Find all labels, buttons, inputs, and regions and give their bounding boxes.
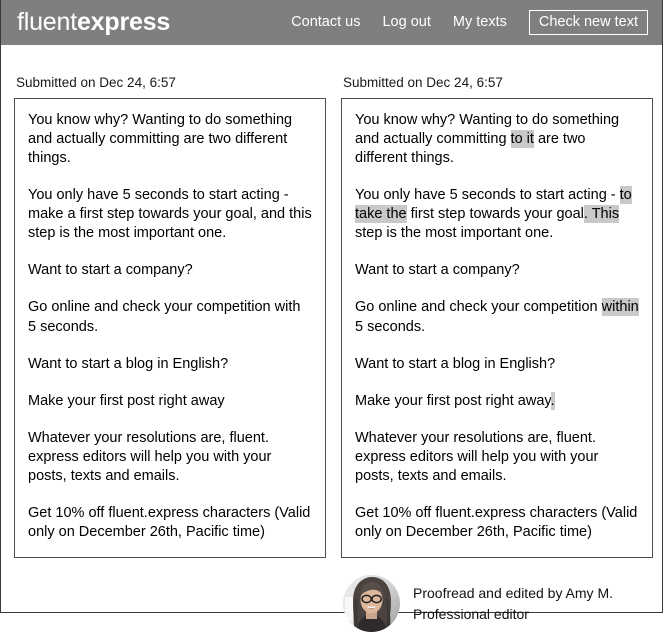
nav-log-out[interactable]: Log out (382, 15, 430, 30)
original-paragraph: Want to start a company? (28, 262, 193, 279)
corrected-submitted-timestamp: Submitted on Dec 24, 6:57 (343, 75, 503, 90)
corrected-text-segment: Go online and check your competition (355, 299, 602, 316)
original-paragraph: Make your first post right away (28, 392, 225, 409)
editor-name: Proofread and edited by Amy M. (413, 584, 613, 601)
brand-logo-bold: express (76, 8, 171, 36)
corrected-text-column: Submitted on Dec 24, 6:57 You know why? … (341, 45, 653, 632)
corrected-text-segment: first step towards your goal (406, 206, 584, 222)
nav-contact-us[interactable]: Contact us (291, 15, 360, 30)
text-comparison-columns: Submitted on Dec 24, 6:57 You know why? … (1, 45, 662, 632)
editor-avatar (343, 574, 400, 632)
corrected-text-segment: Whatever your resolutions are, fluent. e… (355, 429, 599, 485)
corrected-paragraph: You only have 5 seconds to start acting … (355, 185, 639, 243)
corrected-paragraph: Want to start a company? (355, 261, 639, 280)
corrected-text-segment: Want to start a company? (355, 262, 520, 279)
corrected-text-segment: step is the most important one. (355, 225, 554, 242)
nav-my-texts[interactable]: My texts (453, 15, 507, 30)
check-new-text-button[interactable]: Check new text (528, 9, 648, 36)
corrected-text-segment: Want to start a blog in English? (355, 355, 556, 372)
corrected-text-segment: Make your first post right away (355, 392, 551, 409)
correction-highlight[interactable]: to it (510, 129, 534, 148)
corrected-text-segment: You only have 5 seconds to start acting … (355, 186, 620, 203)
main-navigation: Contact us Log out My texts Check new te… (291, 9, 648, 36)
corrected-paragraph: Get 10% off fluent.express characters (V… (355, 504, 639, 542)
brand-logo-light: fluent (17, 8, 77, 36)
corrected-paragraph: You know why? Wanting to do something an… (355, 111, 639, 168)
corrected-paragraph: Go online and check your competition wit… (355, 298, 639, 336)
correction-highlight[interactable]: . (550, 391, 555, 410)
corrected-paragraph: Make your first post right away. (355, 391, 639, 411)
editor-credit-row: Proofread and edited by Amy M. Professio… (341, 574, 653, 632)
app-header: fluentexpress Contact us Log out My text… (1, 0, 662, 45)
corrected-text-card[interactable]: You know why? Wanting to do something an… (341, 97, 653, 558)
correction-highlight[interactable]: within (601, 298, 639, 317)
original-text-column: Submitted on Dec 24, 6:57 You know why? … (14, 45, 326, 632)
avatar-photo-icon (343, 574, 400, 632)
corrected-text-segment: Get 10% off fluent.express characters (V… (355, 505, 638, 541)
original-paragraph: You know why? Wanting to do something an… (28, 111, 293, 166)
correction-highlight[interactable]: . This (583, 205, 620, 223)
corrected-text-segment: 5 seconds. (355, 318, 426, 335)
original-paragraph: Get 10% off fluent.express characters (V… (28, 505, 311, 541)
main-content: Submitted on Dec 24, 6:57 You know why? … (1, 45, 662, 632)
brand-logo[interactable]: fluentexpress (17, 10, 170, 35)
original-paragraph: Want to start a blog in English? (28, 355, 229, 372)
corrected-paragraph: Whatever your resolutions are, fluent. e… (355, 429, 639, 486)
original-paragraph: Go online and check your competition wit… (28, 299, 301, 335)
corrected-paragraph: Want to start a blog in English? (355, 355, 639, 374)
original-paragraph: You only have 5 seconds to start acting … (28, 186, 312, 242)
original-text-card[interactable]: You know why? Wanting to do something an… (14, 97, 326, 558)
original-paragraph: Whatever your resolutions are, fluent. e… (28, 429, 272, 485)
original-submitted-timestamp: Submitted on Dec 24, 6:57 (16, 75, 176, 90)
editor-role: Professional editor (413, 605, 529, 622)
editor-meta: Proofread and edited by Amy M. Professio… (413, 586, 613, 621)
